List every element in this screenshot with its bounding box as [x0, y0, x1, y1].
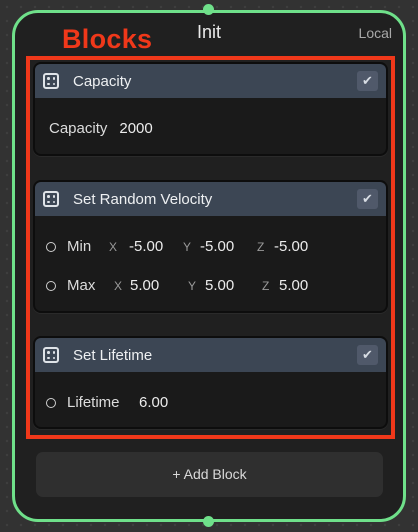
block-set-random-velocity[interactable]: Set Random Velocity ✔ Min X -5.00 Y -5.0… [33, 180, 388, 313]
output-flow-port-icon[interactable] [203, 516, 214, 527]
max-field: Max X 5.00 Y 5.00 Z 5.00 [46, 277, 308, 294]
axis-label: Y [183, 239, 192, 254]
capacity-field: Capacity 2000 [49, 120, 153, 137]
circle-port-icon[interactable] [46, 241, 56, 252]
axis-label: Z [257, 239, 265, 254]
block-title: Set Lifetime [73, 346, 153, 364]
block-dots-icon [43, 73, 59, 89]
space-toggle[interactable]: Local [359, 25, 392, 41]
field-label: Min [67, 238, 92, 255]
field-label: Lifetime [67, 394, 120, 411]
block-dots-icon [43, 347, 59, 363]
block-header[interactable]: Capacity ✔ [35, 64, 386, 98]
block-set-lifetime[interactable]: Set Lifetime ✔ Lifetime 6.00 [33, 336, 388, 429]
axis-label: X [109, 239, 118, 254]
capacity-value-input[interactable]: 2000 [119, 120, 152, 137]
field-label: Max [67, 277, 96, 294]
enable-toggle-checkmark-icon[interactable]: ✔ [357, 345, 378, 365]
max-z-input[interactable]: 5.00 [279, 277, 308, 294]
axis-label: Z [262, 278, 270, 293]
lifetime-field: Lifetime 6.00 [46, 394, 168, 411]
lifetime-value-input[interactable]: 6.00 [139, 394, 168, 411]
block-header[interactable]: Set Random Velocity ✔ [35, 182, 386, 216]
blocks-annotation-label: Blocks [62, 24, 153, 54]
min-y-input[interactable]: -5.00 [200, 238, 257, 255]
enable-toggle-checkmark-icon[interactable]: ✔ [357, 189, 378, 209]
block-header[interactable]: Set Lifetime ✔ [35, 338, 386, 372]
enable-toggle-checkmark-icon[interactable]: ✔ [357, 71, 378, 91]
max-y-input[interactable]: 5.00 [205, 277, 262, 294]
block-title: Capacity [73, 72, 132, 90]
axis-label: Y [188, 278, 197, 293]
min-field: Min X -5.00 Y -5.00 Z -5.00 [46, 238, 308, 255]
field-label: Capacity [49, 120, 108, 137]
block-capacity[interactable]: Capacity ✔ Capacity 2000 [33, 62, 388, 156]
max-x-input[interactable]: 5.00 [130, 277, 188, 294]
block-title: Set Random Velocity [73, 190, 213, 208]
circle-port-icon[interactable] [46, 397, 56, 408]
add-block-button[interactable]: + Add Block [36, 452, 383, 497]
circle-port-icon[interactable] [46, 280, 56, 291]
min-x-input[interactable]: -5.00 [129, 238, 183, 255]
axis-label: X [114, 278, 123, 293]
input-flow-port-icon[interactable] [203, 4, 214, 15]
min-z-input[interactable]: -5.00 [274, 238, 308, 255]
block-dots-icon [43, 191, 59, 207]
